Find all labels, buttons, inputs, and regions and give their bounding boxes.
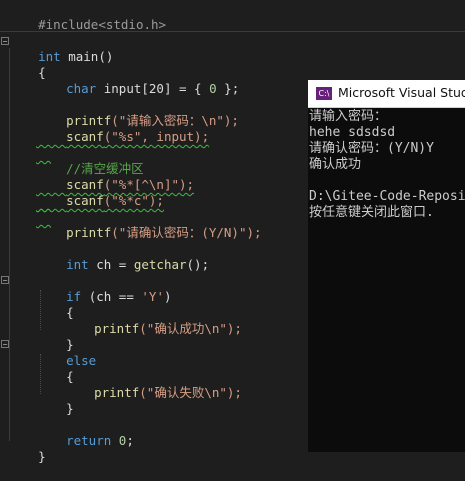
keyword: return xyxy=(66,433,112,448)
number-literal: 0 xyxy=(209,81,217,96)
code-text: main() xyxy=(60,49,114,64)
code-text: ; xyxy=(126,433,134,448)
code-text: } xyxy=(38,449,46,464)
code-text: (); xyxy=(186,257,210,272)
console-title: Microsoft Visual Studio xyxy=(338,85,465,100)
console-app-icon: C:\ xyxy=(316,87,332,100)
console-title-bar[interactable]: C:\ Microsoft Visual Studio xyxy=(308,80,465,108)
fold-if-icon[interactable]: − xyxy=(1,276,9,285)
string-literal: ("确认失败\n"); xyxy=(139,385,242,400)
code-text: }; xyxy=(216,81,240,96)
code-line-close-brace: } xyxy=(8,433,46,481)
console-output-line: D:\Gitee-Code-Reposi xyxy=(309,189,465,204)
code-text: (ch == xyxy=(81,289,142,304)
code-text: ch = xyxy=(88,257,134,272)
code-text: ) xyxy=(163,289,172,304)
string-literal: ("%*c"); xyxy=(103,193,164,208)
function-name: getchar xyxy=(133,257,187,272)
fold-gutter-line xyxy=(9,48,10,441)
number-literal: 0 xyxy=(111,433,127,448)
string-literal: 'Y' xyxy=(141,289,164,304)
console-output-line: hehe sdsdsd xyxy=(309,125,396,140)
editor-separator xyxy=(0,31,465,32)
debug-console-window[interactable]: C:\ Microsoft Visual Studio 请输入密码： hehe … xyxy=(308,80,465,452)
console-output-line: 按任意键关闭此窗口. xyxy=(309,205,434,220)
code-line-printf4: printf("确认失败\n"); xyxy=(64,369,242,417)
string-literal: ("确认成功\n"); xyxy=(139,321,242,336)
console-output-line: 请输入密码： xyxy=(309,109,388,124)
function-name: scanf xyxy=(66,193,104,208)
include-directive: #include<stdio.h> xyxy=(38,17,167,32)
function-name: printf xyxy=(66,225,112,240)
code-line-return: return 0; xyxy=(36,417,134,465)
function-name: printf xyxy=(94,385,140,400)
function-name: printf xyxy=(94,321,140,336)
code-text: input[20] = { xyxy=(96,81,210,96)
keyword: int xyxy=(66,257,89,272)
console-output-line: 确认成功 xyxy=(309,157,362,172)
keyword: char xyxy=(66,81,97,96)
function-name: scanf xyxy=(66,129,104,144)
console-output-line: 请确认密码：(Y/N)Y xyxy=(309,141,434,156)
fold-else-icon[interactable]: − xyxy=(1,340,9,349)
string-literal: ("请确认密码：(Y/N)"); xyxy=(111,225,262,240)
string-literal: ("%s", input); xyxy=(103,129,210,144)
code-text: } xyxy=(66,401,74,416)
